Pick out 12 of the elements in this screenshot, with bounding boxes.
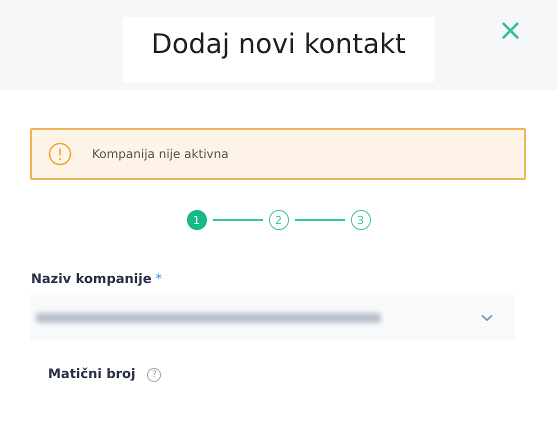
- chevron-down-icon: [481, 314, 493, 322]
- warning-icon: [48, 142, 72, 166]
- step-indicator: 1: [186, 210, 206, 230]
- company-select[interactable]: [30, 295, 515, 341]
- help-icon[interactable]: ?: [147, 368, 162, 382]
- close-button[interactable]: ×: [494, 16, 527, 46]
- dialog-title: Dodaj novi kontakt: [123, 16, 434, 82]
- company-label: Naziv kompanije *: [31, 272, 164, 287]
- alert-message: Kompanija nije aktivna: [92, 147, 229, 161]
- step-indicator: 2: [268, 210, 288, 230]
- step-indicator: 3: [350, 210, 370, 230]
- registration-number-label: Matični broj: [48, 367, 136, 382]
